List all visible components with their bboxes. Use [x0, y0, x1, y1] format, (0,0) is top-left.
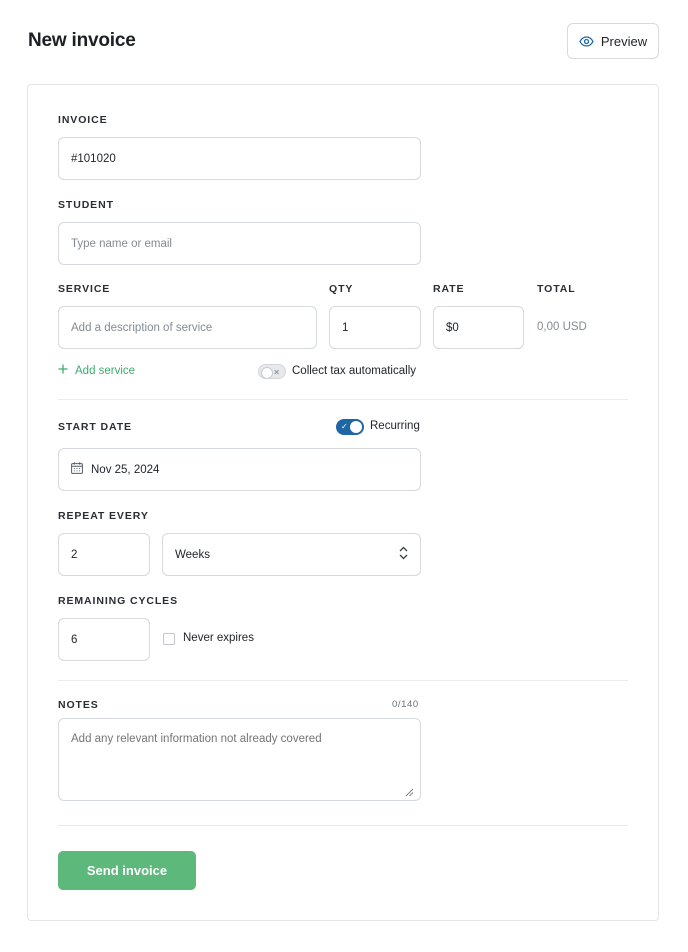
calendar-icon	[71, 462, 83, 477]
toggle-knob	[261, 367, 273, 379]
chevron-updown-icon	[399, 546, 408, 563]
student-input[interactable]: Type name or email	[58, 222, 421, 265]
notes-label: NOTES	[58, 699, 99, 711]
add-service-button[interactable]: Add service	[58, 364, 135, 377]
invoice-label: INVOICE	[58, 114, 108, 126]
recurring-label: Recurring	[370, 420, 420, 432]
toggle-knob	[350, 421, 362, 433]
section-divider	[58, 680, 628, 681]
rate-input[interactable]: $0	[433, 306, 524, 349]
remaining-cycles-value: 6	[71, 633, 78, 646]
total-label: TOTAL	[537, 283, 576, 295]
repeat-count-input[interactable]: 2	[58, 533, 150, 576]
total-value: 0,00 USD	[537, 321, 587, 333]
remaining-cycles-input[interactable]: 6	[58, 618, 150, 661]
add-service-label: Add service	[75, 364, 136, 377]
student-placeholder: Type name or email	[71, 237, 172, 250]
never-expires-label: Never expires	[183, 632, 254, 644]
notes-char-counter: 0/140	[392, 699, 419, 710]
repeat-unit-value: Weeks	[175, 548, 210, 561]
start-date-value: Nov 25, 2024	[91, 463, 160, 476]
section-divider	[58, 399, 628, 400]
preview-button[interactable]: Preview	[567, 23, 659, 59]
qty-label: QTY	[329, 283, 354, 295]
qty-input[interactable]: 1	[329, 306, 421, 349]
page-title: New invoice	[28, 30, 136, 51]
plus-icon	[58, 364, 68, 377]
section-divider	[58, 825, 628, 826]
start-date-label: START DATE	[58, 421, 132, 433]
service-placeholder: Add a description of service	[71, 321, 213, 334]
notes-textarea[interactable]	[58, 718, 421, 801]
qty-value: 1	[342, 321, 349, 334]
start-date-input[interactable]: Nov 25, 2024	[58, 448, 421, 491]
invoice-number-input[interactable]: #101020	[58, 137, 421, 180]
resize-grip-icon[interactable]	[404, 784, 414, 802]
eye-icon	[579, 35, 594, 47]
preview-button-label: Preview	[600, 33, 648, 49]
service-label: SERVICE	[58, 283, 111, 295]
repeat-every-label: REPEAT EVERY	[58, 510, 149, 522]
recurring-toggle[interactable]: ✓	[336, 419, 364, 435]
service-description-input[interactable]: Add a description of service	[58, 306, 317, 349]
student-label: STUDENT	[58, 199, 114, 211]
invoice-number-value: #101020	[71, 152, 116, 165]
x-icon: ✕	[273, 368, 280, 377]
remaining-cycles-label: REMAINING CYCLES	[58, 595, 178, 607]
rate-value: $0	[446, 321, 459, 334]
check-icon: ✓	[341, 422, 348, 431]
repeat-count-value: 2	[71, 548, 78, 561]
repeat-unit-select[interactable]: Weeks	[162, 533, 421, 576]
rate-label: RATE	[433, 283, 465, 295]
collect-tax-label: Collect tax automatically	[292, 365, 416, 377]
never-expires-checkbox[interactable]	[163, 633, 175, 645]
collect-tax-toggle[interactable]: ✕	[258, 364, 286, 379]
send-invoice-button[interactable]: Send invoice	[58, 851, 196, 890]
